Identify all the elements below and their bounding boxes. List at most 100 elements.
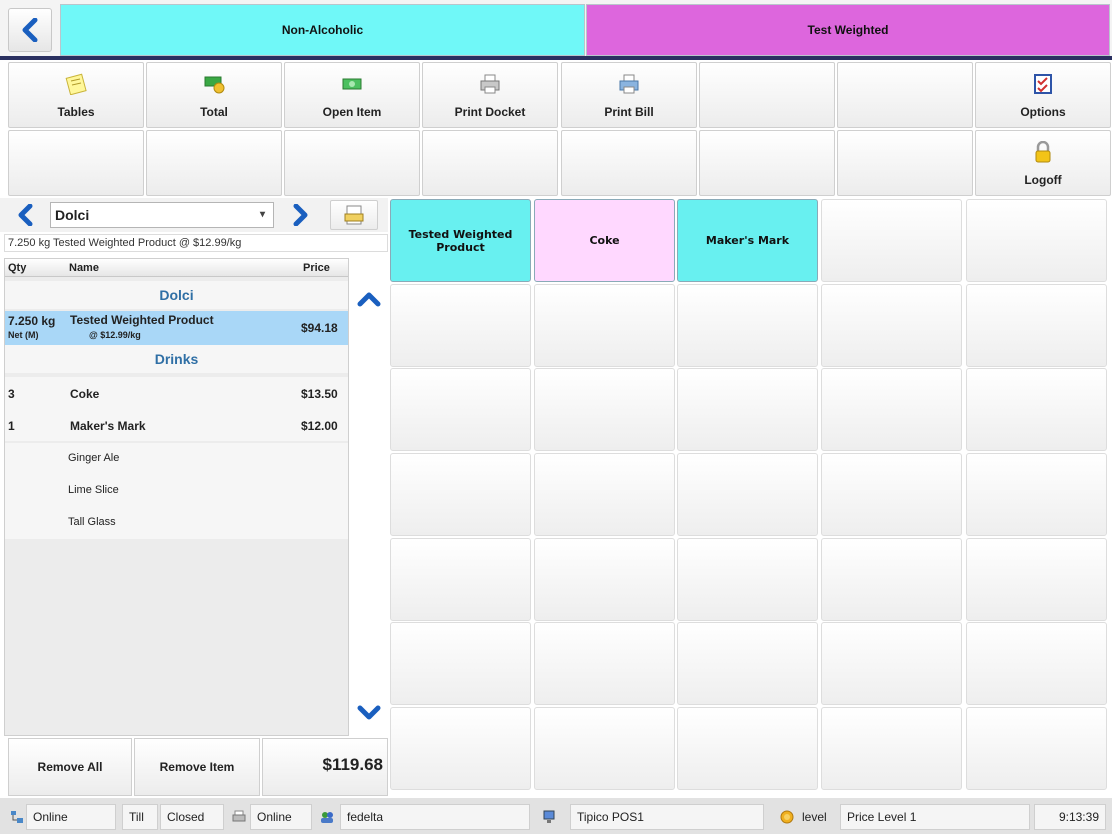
open-item-button[interactable]: Open Item [284, 62, 420, 128]
empty-product-cell[interactable] [821, 538, 962, 621]
order-line[interactable]: 1 Maker's Mark $12.00 [5, 409, 348, 441]
logoff-button[interactable]: Logoff [975, 130, 1111, 196]
print-docket-button[interactable]: Print Docket [422, 62, 558, 128]
empty-product-cell[interactable] [534, 707, 675, 790]
modifier-line[interactable]: Tall Glass [5, 507, 348, 539]
total-button[interactable]: Total [146, 62, 282, 128]
order-line-weighted[interactable]: 7.250 kg Net (M) Tested Weighted Product… [5, 311, 348, 345]
user-name: fedelta [340, 804, 530, 830]
empty-toolbar-button[interactable] [284, 130, 420, 196]
logoff-label: Logoff [1024, 173, 1062, 187]
empty-product-cell[interactable] [821, 368, 962, 451]
coin-icon [780, 810, 794, 824]
empty-product-cell[interactable] [390, 622, 531, 705]
empty-product-cell[interactable] [534, 622, 675, 705]
empty-product-cell[interactable] [821, 453, 962, 536]
empty-toolbar-button[interactable] [561, 130, 697, 196]
empty-product-cell[interactable] [966, 622, 1107, 705]
empty-product-cell[interactable] [677, 622, 818, 705]
scroll-down-button[interactable] [350, 698, 388, 728]
empty-product-cell[interactable] [821, 199, 962, 282]
empty-product-cell[interactable] [966, 284, 1107, 367]
previous-group-button[interactable] [8, 200, 44, 230]
empty-product-cell[interactable] [966, 707, 1107, 790]
empty-product-cell[interactable] [677, 453, 818, 536]
options-button[interactable]: Options [975, 62, 1111, 128]
weighted-qty: 7.250 kg [8, 314, 56, 328]
product-button[interactable]: Coke [534, 199, 675, 282]
weighted-qty-sub: Net (M) [8, 330, 39, 340]
printer-status-text: Online [257, 810, 292, 824]
empty-product-cell[interactable] [390, 284, 531, 367]
line-price: $12.00 [301, 419, 338, 433]
scroll-up-button[interactable] [350, 284, 388, 314]
qty-column-header: Qty [8, 262, 27, 274]
terminal-name-text: Tipico POS1 [577, 810, 644, 824]
product-label: Tested Weighted Product [408, 227, 513, 254]
chevron-up-icon [357, 292, 381, 307]
divider [0, 56, 1112, 60]
empty-toolbar-button[interactable] [837, 130, 973, 196]
docket-button[interactable] [330, 200, 378, 230]
name-column-header: Name [69, 262, 99, 274]
empty-product-cell[interactable] [677, 284, 818, 367]
empty-product-cell[interactable] [966, 538, 1107, 621]
empty-toolbar-button[interactable] [8, 130, 144, 196]
product-button[interactable]: Tested Weighted Product [390, 199, 531, 282]
empty-product-cell[interactable] [966, 368, 1107, 451]
empty-product-cell[interactable] [534, 538, 675, 621]
modifier-line[interactable]: Ginger Ale [5, 443, 348, 475]
empty-product-cell[interactable] [677, 707, 818, 790]
open-item-label: Open Item [322, 105, 382, 119]
empty-product-cell[interactable] [677, 538, 818, 621]
empty-product-cell[interactable] [390, 368, 531, 451]
line-qty: 1 [8, 419, 15, 433]
empty-product-cell[interactable] [966, 199, 1107, 282]
order-list[interactable]: Qty Name Price Dolci 7.250 kg Net (M) Te… [4, 258, 349, 736]
till-label: Till [122, 804, 158, 830]
empty-product-cell[interactable] [390, 538, 531, 621]
line-name: Maker's Mark [70, 419, 146, 433]
price-level: Price Level 1 [840, 804, 1030, 830]
empty-product-cell[interactable] [821, 622, 962, 705]
empty-product-cell[interactable] [534, 368, 675, 451]
empty-toolbar-button[interactable] [699, 130, 835, 196]
empty-toolbar-button[interactable] [422, 130, 558, 196]
modifier-name: Tall Glass [68, 516, 116, 528]
weighted-name: Tested Weighted Product [70, 313, 214, 327]
remove-item-button[interactable]: Remove Item [134, 738, 260, 796]
empty-product-cell[interactable] [966, 453, 1107, 536]
empty-toolbar-button[interactable] [699, 62, 835, 128]
order-line[interactable]: 3 Coke $13.50 [5, 377, 348, 409]
price-level-text: Price Level 1 [847, 810, 917, 824]
empty-product-cell[interactable] [821, 284, 962, 367]
remove-all-button[interactable]: Remove All [8, 738, 132, 796]
tables-button[interactable]: Tables [8, 62, 144, 128]
category-tab-non-alcoholic[interactable]: Non-Alcoholic [60, 4, 585, 56]
empty-toolbar-button[interactable] [146, 130, 282, 196]
empty-toolbar-button[interactable] [837, 62, 973, 128]
group-dropdown[interactable]: Dolci ▾ [50, 202, 274, 228]
empty-product-cell[interactable] [390, 707, 531, 790]
modifier-line[interactable]: Lime Slice [5, 475, 348, 507]
empty-product-cell[interactable] [677, 368, 818, 451]
print-bill-button[interactable]: Print Bill [561, 62, 697, 128]
weighted-unit-price: @ $12.99/kg [89, 330, 141, 340]
level-label: level [796, 804, 836, 830]
back-button[interactable] [8, 8, 52, 52]
empty-product-cell[interactable] [821, 707, 962, 790]
empty-product-cell[interactable] [534, 284, 675, 367]
next-group-button[interactable] [282, 200, 318, 230]
empty-product-cell[interactable] [534, 453, 675, 536]
remove-item-label: Remove Item [159, 760, 235, 774]
line-qty: 3 [8, 387, 15, 401]
category-tab-test-weighted[interactable]: Test Weighted [586, 4, 1110, 56]
group-heading-drinks: Drinks [5, 345, 348, 373]
order-total: $119.68 [262, 738, 388, 796]
empty-product-cell[interactable] [390, 453, 531, 536]
notepad-icon [65, 73, 87, 95]
product-button[interactable]: Maker's Mark [677, 199, 818, 282]
checklist-icon [1034, 74, 1052, 94]
level-label-text: level [802, 810, 827, 824]
options-label: Options [1020, 105, 1066, 119]
